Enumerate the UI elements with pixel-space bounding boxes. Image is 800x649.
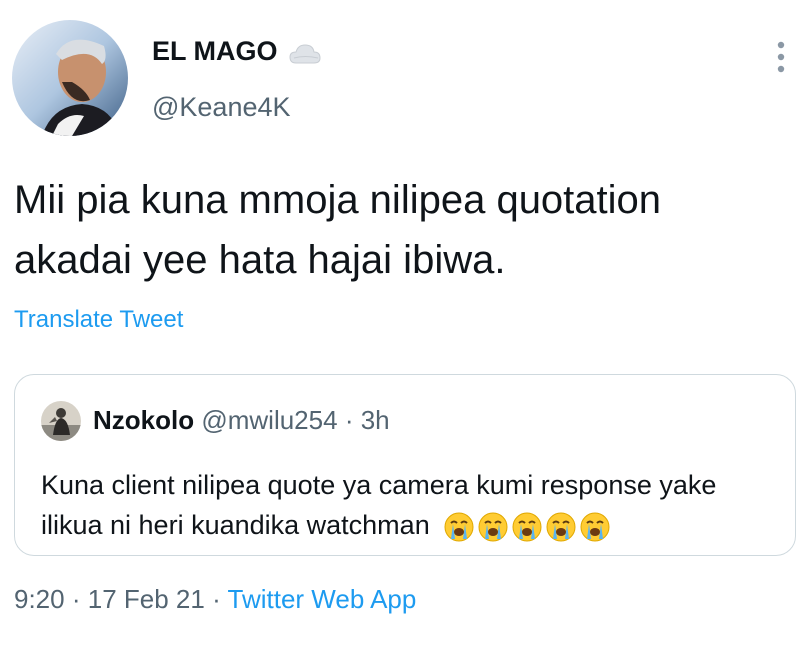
tweet-source[interactable]: Twitter Web App (228, 584, 417, 614)
loudly-crying-face-icon (511, 511, 543, 543)
quoted-text-block: Kuna client nilipea quote ya camera kumi… (41, 465, 781, 545)
quoted-timestamp[interactable]: 3h (361, 405, 390, 435)
author-handle[interactable]: @Keane4K (152, 92, 291, 123)
quoted-tweet-card[interactable]: Nzokolo @mwilu254 · 3h Kuna client nilip… (14, 374, 796, 556)
quoted-author-avatar[interactable] (41, 401, 81, 441)
meta-separator: · (71, 584, 81, 614)
meta-separator: · (212, 584, 221, 614)
tweet-text: Mii pia kuna mmoja nilipea quotation aka… (14, 178, 662, 282)
quoted-display-name[interactable]: Nzokolo (93, 405, 194, 435)
author-display-name[interactable]: EL MAGO (152, 36, 278, 67)
loudly-crying-face-icon (477, 511, 509, 543)
tweet-date[interactable]: 17 Feb 21 (88, 584, 205, 614)
quoted-text: Kuna client nilipea quote ya camera kumi… (41, 470, 717, 540)
author-name[interactable]: EL MAGO (152, 36, 322, 67)
quoted-header: Nzokolo @mwilu254 · 3h (93, 405, 390, 436)
loudly-crying-face-icon (545, 511, 577, 543)
cloud-icon (288, 41, 322, 63)
quoted-handle[interactable]: @mwilu254 (201, 405, 337, 435)
quoted-separator: · (344, 405, 354, 435)
loudly-crying-face-icon (443, 511, 475, 543)
loudly-crying-face-icon (579, 511, 611, 543)
translate-tweet-link[interactable]: Translate Tweet (14, 306, 183, 334)
author-avatar[interactable] (12, 20, 128, 136)
more-options-icon[interactable] (776, 40, 786, 74)
tweet-time[interactable]: 9:20 (14, 584, 65, 614)
tweet-meta: 9:20 · 17 Feb 21 · Twitter Web App (14, 584, 416, 615)
emoji-row (443, 511, 611, 543)
